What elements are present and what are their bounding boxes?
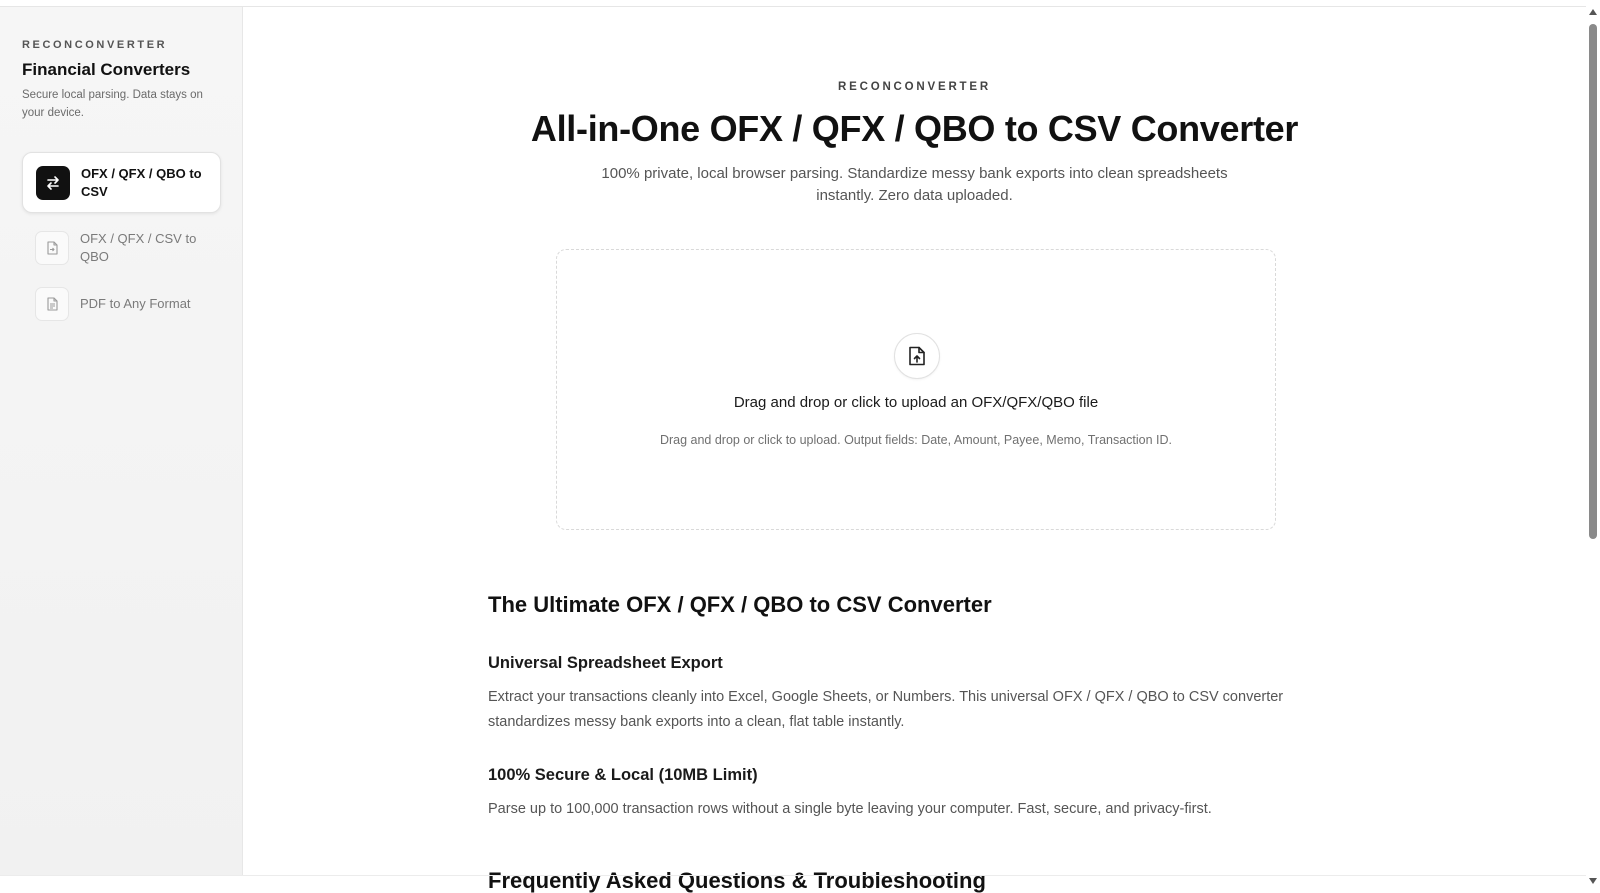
hero-subtitle-line: instantly. Zero data uploaded. <box>816 187 1013 204</box>
dropzone-hint: Drag and drop or click to upload. Output… <box>659 433 1173 447</box>
document-icon <box>35 287 69 321</box>
file-import-icon <box>35 231 69 265</box>
feature-body: Extract your transactions cleanly into E… <box>488 689 1284 730</box>
scrollbar-thumb[interactable] <box>1589 24 1597 539</box>
hero-subtitle: 100% private, local browser parsing. Sta… <box>243 163 1586 207</box>
sidebar-item-label: OFX / QFX / CSV to QBO <box>80 231 197 264</box>
feature-heading: Universal Spreadsheet Export <box>488 654 723 672</box>
feature-heading: 100% Secure & Local (10MB Limit) <box>488 766 758 784</box>
vertical-scrollbar[interactable] <box>1586 0 1600 893</box>
file-upload-icon <box>894 333 940 379</box>
scroll-down-arrow-icon[interactable] <box>1589 878 1597 884</box>
sidebar-description: Secure local parsing. Data stays on your… <box>22 89 203 119</box>
bottom-divider <box>0 875 1586 876</box>
sidebar-item-to-qbo[interactable]: OFX / QFX / CSV to QBO <box>22 224 221 272</box>
scroll-up-arrow-icon[interactable] <box>1589 9 1597 15</box>
sidebar-item-label: PDF to Any Format <box>80 296 191 311</box>
sidebar-item-pdf-any-format[interactable]: PDF to Any Format <box>22 287 221 321</box>
file-dropzone[interactable]: Drag and drop or click to upload an OFX/… <box>556 249 1276 530</box>
sidebar-eyebrow: RECONCONVERTER <box>22 39 168 51</box>
sidebar-title: Financial Converters <box>22 60 191 79</box>
sidebar-item-label: OFX / QFX / QBO to CSV <box>81 165 202 199</box>
app-window: RECONCONVERTER Financial Converters Secu… <box>0 0 1600 893</box>
sidebar: RECONCONVERTER Financial Converters Secu… <box>0 7 243 875</box>
hero-subtitle-line: 100% private, local browser parsing. Sta… <box>601 165 1228 182</box>
feature-body: Parse up to 100,000 transaction rows wit… <box>488 801 1212 817</box>
swap-arrows-icon <box>36 165 70 200</box>
faq-title: Frequently Asked Questions & Troubleshoo… <box>488 868 986 893</box>
section-title: The Ultimate OFX / QFX / QBO to CSV Conv… <box>488 592 992 617</box>
dropzone-title: Drag and drop or click to upload an OFX/… <box>733 394 1099 411</box>
hero-eyebrow: RECONCONVERTER <box>838 81 991 93</box>
page-title: All-in-One OFX / QFX / QBO to CSV Conver… <box>530 108 1299 149</box>
sidebar-item-ofx-to-csv[interactable]: OFX / QFX / QBO to CSV <box>22 152 221 213</box>
